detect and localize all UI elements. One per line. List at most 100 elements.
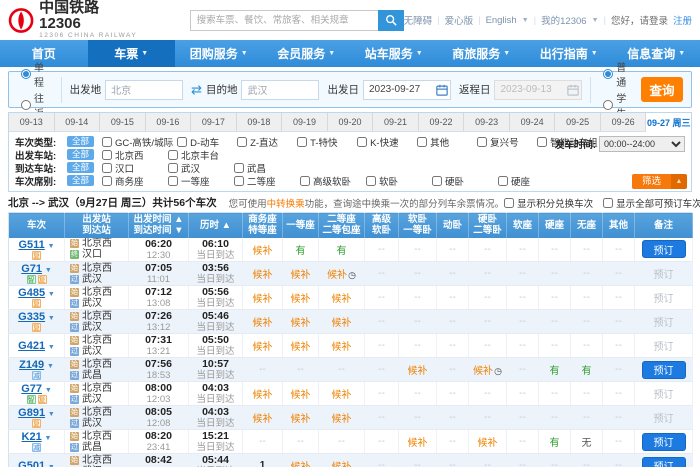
expand-arrow-icon[interactable]: ▼ [48, 315, 55, 322]
show-points-checkbox[interactable] [504, 198, 514, 208]
train-no-link[interactable]: G71 [21, 263, 42, 275]
transfer-link[interactable]: 中转换乘 [267, 199, 305, 210]
query-button[interactable]: 查询 [641, 77, 683, 102]
filter-checkbox[interactable] [168, 150, 178, 160]
filter-option[interactable]: Z-直达 [237, 135, 293, 149]
column-header[interactable]: 一等座 [283, 213, 319, 238]
date-tab-active[interactable]: 09-27 周三 [646, 113, 691, 132]
filter-option[interactable]: 软卧 [366, 174, 428, 188]
expand-arrow-icon[interactable]: ▼ [48, 291, 55, 298]
trip-round-radio[interactable] [21, 100, 31, 110]
filter-checkbox[interactable] [102, 150, 112, 160]
show-bookable-option[interactable]: 显示全部可预订车次 [603, 196, 700, 210]
date-tab[interactable]: 09-19 [282, 113, 328, 131]
top-link[interactable]: 我的12306 [541, 13, 586, 27]
expand-arrow-icon[interactable]: ▼ [45, 387, 52, 394]
depart-time-select[interactable]: 00:00--24:00 [599, 136, 685, 152]
filter-all-button[interactable]: 全部 [67, 136, 94, 147]
show-points-option[interactable]: 显示积分兑换车次 [504, 196, 593, 210]
date-tab[interactable]: 09-16 [146, 113, 192, 131]
column-header[interactable]: 备注 [635, 213, 693, 238]
column-header[interactable]: 动卧 [437, 213, 469, 238]
type-student-radio[interactable] [603, 100, 613, 110]
filter-checkbox[interactable] [432, 176, 442, 186]
train-no-link[interactable]: K21 [22, 431, 42, 443]
from-city-input[interactable] [105, 80, 183, 100]
filter-option[interactable]: 高级软卧 [300, 174, 362, 188]
filter-option[interactable]: 其他 [417, 135, 473, 149]
book-button[interactable]: 预订 [642, 361, 686, 379]
sift-button[interactable]: 筛选 ▲ [632, 174, 687, 189]
column-header[interactable]: 软卧一等卧 [399, 213, 437, 238]
search-input[interactable] [190, 10, 378, 31]
column-header[interactable]: 商务座特等座 [243, 213, 283, 238]
show-bookable-checkbox[interactable] [603, 198, 613, 208]
date-tab[interactable]: 09-23 [464, 113, 510, 131]
filter-checkbox[interactable] [498, 176, 508, 186]
train-no-link[interactable]: G891 [18, 407, 45, 419]
filter-checkbox[interactable] [102, 176, 112, 186]
filter-option[interactable]: 硬座 [498, 174, 560, 188]
column-header[interactable]: 高级软卧 [365, 213, 399, 238]
column-header[interactable]: 车次 [9, 213, 65, 238]
filter-all-button[interactable]: 全部 [67, 162, 94, 173]
filter-checkbox[interactable] [234, 163, 244, 173]
trip-oneway-option[interactable]: 单程 [21, 59, 45, 89]
filter-checkbox[interactable] [168, 163, 178, 173]
book-button[interactable]: 预订 [642, 433, 686, 451]
expand-arrow-icon[interactable]: ▼ [48, 411, 55, 418]
top-link[interactable]: 爱心版 [445, 13, 474, 27]
train-no-link[interactable]: G511 [18, 239, 44, 251]
search-button[interactable] [378, 10, 404, 31]
filter-option[interactable]: 复兴号 [477, 135, 533, 149]
filter-checkbox[interactable] [366, 176, 376, 186]
date-tab[interactable]: 09-21 [373, 113, 419, 131]
date-tab[interactable]: 09-22 [419, 113, 465, 131]
filter-checkbox[interactable] [102, 137, 112, 147]
to-city-input[interactable] [241, 80, 319, 100]
register-link[interactable]: 注册 [673, 13, 692, 27]
date-tab[interactable]: 09-24 [510, 113, 556, 131]
book-button[interactable]: 预订 [642, 457, 686, 467]
filter-checkbox[interactable] [168, 176, 178, 186]
calendar-icon[interactable] [436, 84, 448, 96]
nav-item-团购服务[interactable]: 团购服务▼ [175, 40, 263, 67]
trip-oneway-radio[interactable] [21, 69, 31, 79]
type-normal-radio[interactable] [603, 69, 613, 79]
expand-arrow-icon[interactable]: ▼ [45, 267, 52, 274]
expand-arrow-icon[interactable]: ▼ [48, 344, 55, 351]
top-link[interactable]: 无障碍 [404, 13, 433, 27]
filter-checkbox[interactable] [417, 137, 427, 147]
filter-checkbox[interactable] [234, 176, 244, 186]
column-header[interactable]: 历时 ▲ [189, 213, 243, 238]
nav-item-商旅服务[interactable]: 商旅服务▼ [438, 40, 526, 67]
date-tab[interactable]: 09-25 [555, 113, 601, 131]
train-no-link[interactable]: G485 [18, 287, 45, 299]
filter-option[interactable]: 商务座 [102, 174, 164, 188]
date-tab[interactable]: 09-20 [328, 113, 374, 131]
filter-all-button[interactable]: 全部 [67, 175, 94, 186]
column-header[interactable]: 硬座 [539, 213, 571, 238]
filter-all-button[interactable]: 全部 [67, 149, 94, 160]
train-no-link[interactable]: G77 [21, 383, 42, 395]
date-tab[interactable]: 09-17 [191, 113, 237, 131]
column-header[interactable]: 出发站到达站 [65, 213, 129, 238]
nav-item-站车服务[interactable]: 站车服务▼ [350, 40, 438, 67]
expand-arrow-icon[interactable]: ▼ [47, 363, 54, 370]
expand-arrow-icon[interactable]: ▼ [45, 435, 52, 442]
filter-option[interactable]: 硬卧 [432, 174, 494, 188]
logo[interactable]: 中国铁路12306 12306 CHINA RAILWAY [8, 0, 138, 40]
expand-arrow-icon[interactable]: ▼ [48, 243, 55, 250]
filter-option[interactable]: GC-高铁/城际 [102, 135, 173, 149]
column-header[interactable]: 软座 [507, 213, 539, 238]
column-header[interactable]: 无座 [571, 213, 603, 238]
filter-checkbox[interactable] [237, 137, 247, 147]
top-link[interactable]: English [486, 15, 517, 26]
column-header[interactable]: 二等座二等包座 [319, 213, 365, 238]
filter-option[interactable]: D-动车 [177, 135, 233, 149]
filter-option[interactable]: T-特快 [297, 135, 353, 149]
date-tab[interactable]: 09-15 [100, 113, 146, 131]
filter-option[interactable]: K-快速 [357, 135, 413, 149]
train-no-link[interactable]: G421 [18, 340, 45, 352]
filter-checkbox[interactable] [300, 176, 310, 186]
